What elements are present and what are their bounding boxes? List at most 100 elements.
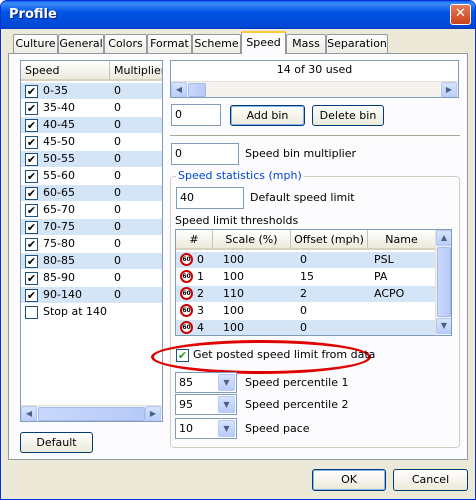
add-bin-button[interactable]: Add bin (230, 105, 305, 126)
speed-bin-checkbox[interactable]: ✔ (25, 102, 38, 115)
bin-multiplier-input[interactable]: 0 (171, 143, 239, 165)
scroll-right-arrow-icon[interactable]: ▶ (145, 406, 161, 421)
col-speed-header[interactable]: Speed (21, 61, 110, 81)
ok-button[interactable]: OK (312, 469, 386, 491)
scroll-thumb[interactable] (38, 407, 145, 421)
threshold-scale: 110 (223, 287, 244, 300)
speed-bin-row[interactable]: ✔ 70-75 0 (21, 219, 162, 235)
col-offset-header[interactable]: Offset (mph) (291, 230, 368, 250)
tab-format[interactable]: Format (147, 34, 192, 53)
speed-bin-multiplier: 0 (114, 101, 121, 114)
posted-limit-checkbox[interactable]: ✔ (176, 349, 189, 362)
chevron-down-icon[interactable]: ▼ (218, 420, 235, 437)
speed-bin-checkbox[interactable]: ✔ (25, 153, 38, 166)
threshold-row[interactable]: 60 1 100 15 PA (176, 269, 435, 285)
speed-bin-row[interactable]: ✔ 0-35 0 (21, 83, 162, 99)
threshold-number: 3 (197, 304, 204, 317)
col-multiplier-header[interactable]: Multiplier (110, 61, 162, 81)
threshold-number: 2 (197, 287, 204, 300)
speed-bin-checkbox[interactable]: ✔ (25, 238, 38, 251)
col-scale-header[interactable]: Scale (%) (213, 230, 291, 250)
percentile1-combo[interactable]: 85 ▼ (175, 372, 237, 393)
speed-bin-checkbox[interactable]: ✔ (25, 221, 38, 234)
posted-limit-label[interactable]: Get posted speed limit from data (193, 348, 375, 361)
scroll-right-arrow-icon[interactable]: ▶ (441, 82, 457, 97)
speed-bin-row[interactable]: ✔ 45-50 0 (21, 134, 162, 150)
tab-mass[interactable]: Mass (286, 34, 326, 53)
speed-bin-checkbox[interactable]: ✔ (25, 187, 38, 200)
speed-statistics-title: Speed statistics (mph) (176, 169, 304, 182)
bin-hscrollbar[interactable]: ◀ ▶ (171, 81, 458, 97)
chevron-down-icon[interactable]: ▼ (218, 396, 235, 413)
speed-bin-checkbox[interactable]: ✔ (25, 289, 38, 302)
speed-bin-checkbox[interactable]: ✔ (25, 204, 38, 217)
threshold-scale: 100 (223, 321, 244, 334)
speed-bin-row[interactable]: ✔ 35-40 0 (21, 100, 162, 116)
threshold-row[interactable]: 60 2 110 2 ACPO (176, 286, 435, 302)
bin-multiplier-label: Speed bin multiplier (245, 147, 356, 160)
separator (170, 135, 460, 137)
tab-culture[interactable]: Culture (13, 34, 58, 53)
threshold-offset: 0 (300, 304, 307, 317)
speed-bin-checkbox[interactable]: ✔ (25, 119, 38, 132)
speed-bin-row[interactable]: ✔ 40-45 0 (21, 117, 162, 133)
speed-bin-row[interactable]: ✔ 60-65 0 (21, 185, 162, 201)
tab-general[interactable]: General (58, 34, 104, 53)
bin-value-input[interactable]: 0 (171, 104, 221, 126)
title-bar[interactable]: Profile ✕ (1, 1, 475, 29)
bin-usage-box: 14 of 30 used ◀ ▶ (170, 60, 459, 98)
speed-limit-sign-icon: 60 (180, 304, 193, 317)
speed-bin-checkbox[interactable]: ✔ (25, 136, 38, 149)
speed-tab-panel: Speed Multiplier ✔ 0-35 0 ✔ 35-40 0 ✔ 40-45 0 ✔ 45… (8, 53, 468, 460)
threshold-vscrollbar[interactable]: ▲ ▼ (435, 230, 451, 335)
threshold-number: 0 (197, 253, 204, 266)
tab-separation[interactable]: Separation (326, 34, 388, 53)
speed-bin-checkbox[interactable]: ✔ (25, 255, 38, 268)
speed-bin-row[interactable]: ✔ 55-60 0 (21, 168, 162, 184)
tab-speed[interactable]: Speed (241, 31, 286, 54)
speed-pace-value: 10 (179, 422, 193, 435)
col-number-header[interactable]: # (176, 230, 213, 250)
threshold-row[interactable]: 60 3 100 0 (176, 303, 435, 319)
scroll-down-arrow-icon[interactable]: ▼ (436, 318, 451, 334)
speed-bin-checkbox[interactable]: ✔ (25, 272, 38, 285)
col-name-header[interactable]: Name (368, 230, 435, 250)
threshold-row[interactable]: 60 4 100 0 (176, 320, 435, 335)
speed-bin-multiplier: 0 (114, 118, 121, 131)
threshold-row[interactable]: 60 0 100 0 PSL (176, 252, 435, 268)
scroll-up-arrow-icon[interactable]: ▲ (436, 230, 451, 246)
speed-bin-multiplier: 0 (114, 220, 121, 233)
speed-bin-checkbox[interactable] (25, 306, 38, 319)
speed-bin-row[interactable]: ✔ 90-140 0 (21, 287, 162, 303)
default-speed-limit-input[interactable]: 40 (176, 187, 244, 209)
cancel-button[interactable]: Cancel (393, 469, 468, 491)
speed-bin-row[interactable]: ✔ 80-85 0 (21, 253, 162, 269)
scroll-thumb[interactable] (437, 247, 451, 317)
speed-bin-label: 45-50 (43, 135, 75, 148)
tab-scheme[interactable]: Scheme (192, 34, 241, 53)
speed-bin-label: 70-75 (43, 220, 75, 233)
tab-colors[interactable]: Colors (104, 34, 147, 53)
speed-bin-multiplier: 0 (114, 271, 121, 284)
speed-bin-row[interactable]: ✔ 85-90 0 (21, 270, 162, 286)
default-button[interactable]: Default (20, 432, 93, 453)
speed-list-hscrollbar[interactable]: ◀ ▶ (21, 405, 162, 421)
scroll-left-arrow-icon[interactable]: ◀ (171, 82, 187, 97)
close-button[interactable]: ✕ (450, 4, 471, 25)
scroll-thumb[interactable] (188, 83, 206, 97)
percentile2-combo[interactable]: 95 ▼ (175, 394, 237, 415)
speed-pace-combo[interactable]: 10 ▼ (175, 418, 237, 439)
speed-bin-checkbox[interactable]: ✔ (25, 85, 38, 98)
chevron-down-icon[interactable]: ▼ (218, 374, 235, 391)
scroll-left-arrow-icon[interactable]: ◀ (21, 406, 37, 421)
speed-bin-multiplier: 0 (114, 84, 121, 97)
speed-bin-row[interactable]: ✔ 50-55 0 (21, 151, 162, 167)
speed-bin-row[interactable]: Stop at 140 (21, 304, 162, 320)
speed-bin-checkbox[interactable]: ✔ (25, 170, 38, 183)
speed-limit-sign-icon: 60 (180, 253, 193, 266)
speed-bin-list[interactable]: Speed Multiplier ✔ 0-35 0 ✔ 35-40 0 ✔ 40-45 0 ✔ 45… (20, 60, 163, 422)
delete-bin-button[interactable]: Delete bin (312, 105, 384, 126)
speed-bin-row[interactable]: ✔ 75-80 0 (21, 236, 162, 252)
speed-bin-row[interactable]: ✔ 65-70 0 (21, 202, 162, 218)
threshold-table[interactable]: # Scale (%) Offset (mph) Name 60 0 100 0 PSL… (175, 229, 452, 336)
